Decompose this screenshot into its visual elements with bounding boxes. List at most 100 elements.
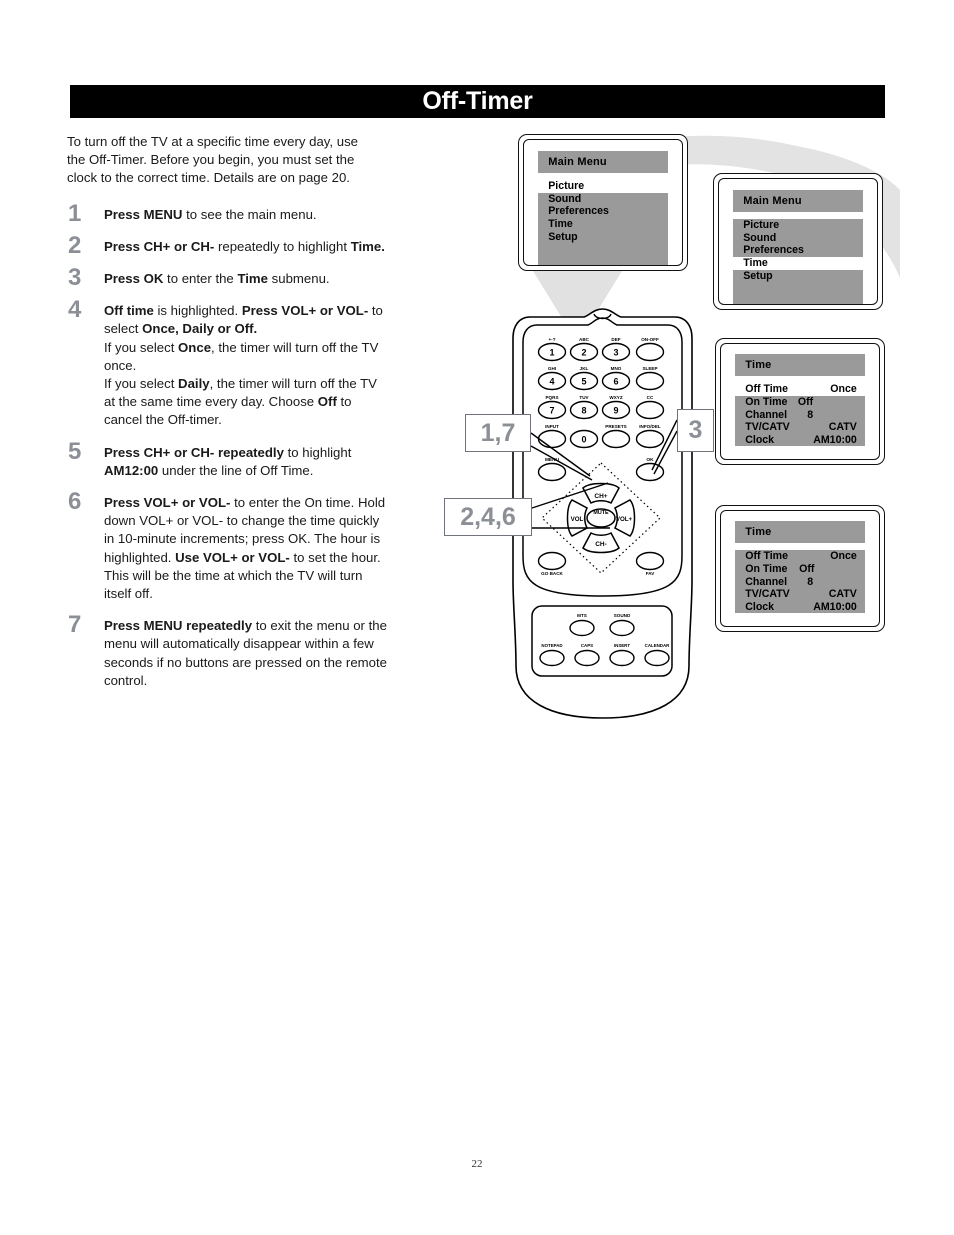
step-text: Press MENU repeatedly to exit the menu o… [104, 618, 387, 688]
step-number: 1 [68, 199, 82, 227]
tv-screen-main-menu-1: Main Menu Picture Sound Preferences Time Set… [518, 134, 688, 271]
bottom-key-label: INSERT [614, 643, 630, 648]
osd-row-value: CATV [828, 421, 857, 434]
callout-menu-steps: 1,7 [465, 414, 531, 452]
step-number: 5 [68, 437, 82, 465]
key-sublabel: +-? [548, 337, 555, 342]
menu-label: MENU [545, 457, 560, 463]
osd-row[interactable]: AM10:00 Clock [735, 433, 865, 447]
key-sublabel: SLEEP [642, 366, 657, 371]
osd-row[interactable]: Sound [538, 192, 668, 206]
osd-row[interactable]: Off On Time [735, 562, 865, 576]
mute-label: MUTE [593, 510, 609, 516]
osd-main-menu-2: Main Menu Picture Sound Preferences Time Set… [733, 190, 863, 304]
bottom-key-label: CALENDAR [645, 643, 670, 648]
page-number: 22 [471, 1158, 483, 1170]
key-number: 4 [549, 377, 554, 387]
step-1: 1 Press MENU to see the main menu. [67, 201, 387, 225]
tv-screen-main-menu-2: Main Menu Picture Sound Preferences Time Set… [713, 173, 883, 310]
ok-button [635, 462, 665, 482]
osd-row[interactable]: Time [538, 218, 668, 231]
osd-row-label: Setup [548, 230, 578, 243]
osd-row-label: Setup [743, 269, 773, 282]
go-back-label: GO BACK [541, 571, 563, 576]
osd-row[interactable]: Off On Time [735, 395, 865, 409]
sound-label: SOUND [614, 613, 631, 618]
osd-row-label: Off Time [745, 550, 788, 563]
osd-row[interactable]: CATV TV/CATV [735, 421, 865, 434]
osd-row-label: Sound [743, 231, 777, 244]
osd-row-value: AM10:00 [813, 433, 857, 446]
key-sublabel: ON-OFF [641, 337, 659, 342]
osd-row[interactable]: AM10:00 Clock [735, 600, 865, 614]
osd-row[interactable]: Once Off Time [735, 383, 865, 396]
osd-title: Time [735, 354, 865, 377]
osd-row-label: Picture [548, 180, 585, 193]
osd-row-value: 8 [807, 408, 814, 421]
osd-row[interactable]: Sound [733, 231, 863, 245]
callout-ok-step: 3 [677, 409, 714, 452]
osd-row[interactable]: Picture [538, 180, 668, 193]
tv-screen-time-1: Time OnceOff TimeAM12:00OffOn TimeAM12:0… [715, 338, 885, 465]
osd-row-label: Channel [745, 408, 788, 421]
osd-row-value: AM10:00 [813, 600, 857, 613]
key-number: 7 [549, 406, 554, 416]
osd-row[interactable]: 8 Channel [735, 575, 865, 589]
osd-row-label: Preferences [548, 205, 609, 218]
osd-row[interactable]: Setup [538, 230, 668, 244]
step-7: 7 Press MENU repeatedly to exit the menu … [67, 613, 387, 690]
osd-row[interactable]: Setup [733, 269, 863, 283]
mts-label: MTS [577, 613, 587, 618]
osd-row[interactable]: Once Off Time [735, 550, 865, 563]
key-sublabel: PQRS [545, 395, 558, 400]
key-sublabel: ABC [579, 337, 590, 342]
vol-up-label: VOL+ [616, 516, 633, 523]
osd-row-label: Preferences [743, 244, 804, 257]
page-title: Off-Timer [422, 86, 533, 115]
osd-rows: Picture Sound Preferences Time Setup [733, 219, 863, 283]
osd-row-value: Off [799, 562, 815, 575]
osd-title: Main Menu [733, 190, 863, 213]
bottom-key-label: CAPS [581, 643, 593, 648]
key-sublabel: INPUT [545, 424, 559, 429]
illustration-area: Main Menu Picture Sound Preferences Time Set… [430, 128, 910, 748]
osd-row[interactable]: Picture [733, 219, 863, 232]
key-sublabel: CC [647, 395, 654, 400]
remote-svg: +-? 1 ABC 2 DEF 3 ON-OFF GHI 4 JKL 5 MNO 6 SLEEP PQRS 7… [512, 308, 693, 719]
step-number: 3 [68, 264, 82, 292]
step-text: Press CH+ or CH- repeatedly to highlight… [104, 444, 352, 478]
fav-button [635, 551, 665, 571]
osd-row-label: Clock [745, 433, 775, 446]
instructions-column: To turn off the TV at a specific time ev… [67, 133, 387, 704]
fav-label: FAV [646, 571, 656, 576]
manual-page: Off-Timer To turn off the TV at a specif… [0, 0, 954, 1235]
osd-row-label: Sound [548, 192, 582, 205]
key-number: 2 [581, 348, 586, 358]
step-text: Press OK to enter the Time submenu. [104, 271, 330, 287]
osd-main-menu-1: Main Menu Picture Sound Preferences Time Set… [538, 151, 668, 265]
step-number: 4 [68, 296, 82, 324]
callout-vol-steps: 2,4,6 [444, 498, 532, 536]
key-sublabel: DEF [611, 337, 620, 342]
osd-time-2: Time OnceOff TimePM11:00OffOn TimeAM12:0… [735, 521, 865, 616]
osd-row-value: Once [830, 383, 857, 396]
osd-rows: OnceOff TimeAM12:00OffOn TimeAM12:008Cha… [735, 383, 865, 447]
osd-row[interactable]: Preferences [538, 205, 668, 219]
osd-row[interactable]: 8 Channel [735, 408, 865, 422]
key-sublabel: INFO/DEL [639, 424, 661, 429]
key-sublabel: PRESETS [605, 424, 626, 429]
osd-row-value: 8 [807, 575, 814, 588]
osd-row-label: TV/CATV [745, 421, 790, 434]
osd-row-label: On Time [745, 562, 788, 575]
osd-row[interactable]: Preferences [733, 244, 863, 258]
go-back-button [537, 551, 567, 571]
osd-row-label: Time [743, 257, 768, 270]
osd-row[interactable]: Time [733, 257, 863, 270]
vol-down-label: VOL- [571, 516, 586, 523]
bottom-key-label: NOTEPAD [541, 643, 562, 648]
osd-row[interactable]: CATV TV/CATV [735, 588, 865, 601]
step-4: 4 Off time is highlighted. Press VOL+ or … [67, 298, 387, 429]
key-number: 6 [613, 377, 618, 387]
key-number: 5 [581, 377, 586, 387]
osd-rows: OnceOff TimePM11:00OffOn TimeAM12:008Cha… [735, 550, 865, 614]
